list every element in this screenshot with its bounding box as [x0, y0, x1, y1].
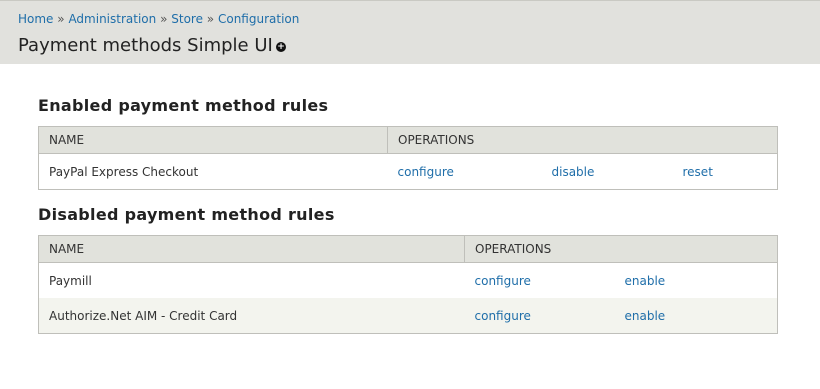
breadcrumb-separator: » [57, 12, 65, 26]
rule-operations: configure enable [464, 298, 778, 334]
column-header-name: NAME [38, 235, 465, 263]
breadcrumb-home[interactable]: Home [18, 12, 53, 26]
breadcrumb-configuration[interactable]: Configuration [218, 12, 299, 26]
configure-link[interactable]: configure [475, 274, 625, 288]
add-shortcut-icon[interactable]: + [276, 42, 286, 52]
enabled-rules-table: NAME OPERATIONS PayPal Express Checkout … [38, 126, 778, 190]
table-row: Authorize.Net AIM - Credit Card configur… [38, 298, 778, 334]
breadcrumb-administration[interactable]: Administration [68, 12, 156, 26]
enable-link[interactable]: enable [625, 309, 666, 323]
table-header-row: NAME OPERATIONS [38, 235, 778, 263]
table-header-row: NAME OPERATIONS [38, 126, 778, 154]
disable-link[interactable]: disable [552, 165, 683, 179]
table-row: Paymill configure enable [39, 263, 778, 299]
rule-operations: configure disable reset [388, 154, 778, 190]
breadcrumb: Home » Administration » Store » Configur… [18, 12, 299, 26]
configure-link[interactable]: configure [398, 165, 552, 179]
enabled-rules-heading: Enabled payment method rules [38, 96, 329, 115]
column-header-operations: OPERATIONS [387, 126, 778, 154]
breadcrumb-separator: » [206, 12, 215, 26]
disabled-rules-table: NAME OPERATIONS Paymill configure enable… [38, 235, 778, 334]
rule-operations: configure enable [465, 263, 778, 299]
rule-name: Authorize.Net AIM - Credit Card [38, 298, 465, 334]
table-row: PayPal Express Checkout configure disabl… [39, 154, 778, 190]
breadcrumb-store[interactable]: Store [171, 12, 203, 26]
rule-name: Paymill [49, 273, 92, 288]
configure-link[interactable]: configure [475, 309, 625, 323]
column-header-operations: OPERATIONS [464, 235, 778, 263]
rule-name: PayPal Express Checkout [49, 164, 199, 179]
enable-link[interactable]: enable [625, 274, 666, 288]
column-header-name: NAME [38, 126, 388, 154]
disabled-rules-heading: Disabled payment method rules [38, 205, 335, 224]
breadcrumb-separator: » [160, 12, 168, 26]
page-title: Payment methods Simple UI [18, 35, 273, 56]
page-header: Home » Administration » Store » Configur… [0, 0, 820, 64]
reset-link[interactable]: reset [683, 165, 713, 179]
